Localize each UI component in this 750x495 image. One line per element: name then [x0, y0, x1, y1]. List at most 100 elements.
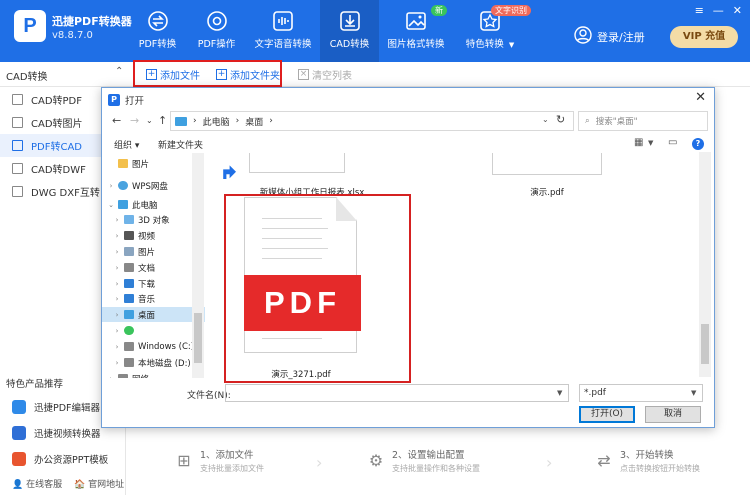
network-icon — [118, 374, 128, 378]
login-label: 登录/注册 — [597, 30, 645, 44]
chevron-down-icon[interactable]: ⌄ — [106, 201, 116, 209]
search-input[interactable]: ⌕ 搜索"桌面" — [578, 111, 708, 131]
tree-item-network[interactable]: › 网络 — [102, 371, 205, 378]
tab-pdf-convert[interactable]: PDF转换 — [128, 0, 187, 62]
open-button[interactable]: 打开(O) — [579, 406, 635, 423]
filetype-select[interactable]: *.pdf — [579, 384, 703, 402]
gear-icon: ⚙ — [368, 450, 384, 470]
cloud-icon — [118, 181, 128, 190]
tree-item-green-drive[interactable]: › — [102, 323, 205, 338]
tab-text-voice[interactable]: 文字语音转换 — [246, 0, 320, 62]
chevron-down-icon[interactable]: ▼ — [691, 389, 696, 397]
chevron-down-icon[interactable]: ▼ — [557, 389, 562, 397]
forward-arrow-icon[interactable]: → — [130, 114, 139, 127]
chevron-right-icon[interactable]: › — [112, 216, 122, 224]
chevron-right-icon[interactable]: › — [112, 327, 122, 335]
online-service-link[interactable]: 👤 在线客服 — [12, 477, 62, 490]
tree-item-videos[interactable]: › 视频 — [102, 228, 205, 243]
cancel-button[interactable]: 取消 — [645, 406, 701, 423]
minimize-icon[interactable]: — — [713, 4, 724, 17]
clear-list-button[interactable]: × 清空列表 — [298, 67, 352, 82]
video-converter-icon — [12, 426, 26, 440]
chevron-right-icon[interactable]: › — [112, 232, 122, 240]
tab-image-convert[interactable]: 图片格式转换 新 — [379, 0, 453, 62]
computer-icon — [118, 200, 128, 209]
add-file-button[interactable]: + 添加文件 — [146, 67, 200, 82]
tree-item-3d-objects[interactable]: › 3D 对象 — [102, 212, 205, 227]
chevron-right-icon[interactable]: › — [112, 280, 122, 288]
dialog-title: 打开 — [125, 96, 145, 107]
file-name-demo-pdf[interactable]: 演示.pdf — [502, 186, 592, 198]
tree-item-wps-drive[interactable]: › WPS网盘 — [102, 178, 205, 193]
main-nav: PDF转换 PDF操作 文字语音转换 CAD转换 图片格式转换 新 特色转换 ▼… — [128, 0, 531, 62]
refresh-icon[interactable]: ↻ — [556, 113, 565, 126]
chevron-right-icon[interactable]: › — [112, 311, 122, 319]
tree-item-pictures-quick[interactable]: 图片 — [102, 156, 205, 171]
official-site-link[interactable]: 🏠 官网地址 — [74, 477, 124, 490]
tree-item-local-d[interactable]: › 本地磁盘 (D:) — [102, 355, 205, 370]
chevron-down-icon[interactable]: ▼ — [648, 139, 653, 147]
help-icon[interactable]: ? — [692, 138, 704, 150]
tree-item-music[interactable]: › 音乐 — [102, 291, 205, 306]
close-icon[interactable]: ✕ — [695, 90, 706, 105]
tab-cad-convert[interactable]: CAD转换 — [320, 0, 379, 62]
chevron-right-icon[interactable]: › — [106, 182, 116, 190]
chevron-down-icon[interactable]: ⌄ — [542, 115, 549, 124]
step-output-config: ⚙ 2、设置输出配置 支持批量操作和各种设置 — [366, 447, 480, 474]
tree-item-windows-c[interactable]: › Windows (C:) — [102, 339, 205, 354]
view-options-icon[interactable]: ▦ — [634, 137, 643, 148]
file-list-scrollbar[interactable] — [699, 152, 711, 377]
tree-item-desktop[interactable]: › 桌面 — [102, 307, 205, 322]
xlsx-thumbnail[interactable] — [249, 153, 345, 173]
app-header: P 迅捷PDF转换器 v8.8.7.0 PDF转换 PDF操作 文字语音转换 C… — [0, 0, 750, 62]
back-arrow-icon[interactable]: ← — [112, 114, 121, 127]
tree-item-documents[interactable]: › 文档 — [102, 260, 205, 275]
chevron-right-icon[interactable]: › — [106, 375, 116, 379]
scroll-thumb[interactable] — [701, 324, 709, 364]
pdf-thumbnail[interactable] — [492, 153, 602, 175]
featured-ppt-templates[interactable]: 办公资源PPT模板 — [12, 452, 108, 466]
search-icon: ⌕ — [585, 116, 590, 126]
address-row: ← → ⌄ ↑ › 此电脑 › 桌面 › ⌄ ↻ ⌕ 搜索"桌面" — [102, 110, 714, 132]
app-name: 迅捷PDF转换器 — [52, 15, 132, 28]
chevron-right-icon[interactable]: › — [112, 248, 122, 256]
up-arrow-icon[interactable]: ↑ — [158, 114, 167, 127]
tab-pdf-operate[interactable]: PDF操作 — [187, 0, 246, 62]
sidebar-item-label: CAD转图片 — [31, 119, 83, 130]
tree-scrollbar[interactable] — [192, 153, 204, 378]
file-name-demo-3271[interactable]: 演示_3271.pdf — [246, 368, 356, 380]
folder-icon — [118, 159, 128, 168]
tree-item-pictures[interactable]: › 图片 — [102, 244, 205, 259]
vip-recharge-button[interactable]: VIP 充值 — [670, 26, 738, 48]
chevron-right-icon[interactable]: › — [112, 343, 122, 351]
tab-label: 图片格式转换 — [387, 39, 445, 50]
chevron-down-icon[interactable]: ⌄ — [146, 116, 153, 125]
breadcrumb-this-pc[interactable]: 此电脑 — [203, 115, 230, 128]
organize-menu[interactable]: 组织 ▾ — [114, 138, 139, 151]
close-icon[interactable]: ✕ — [733, 4, 742, 17]
menu-icon[interactable]: ≡ — [695, 4, 704, 17]
ppt-template-icon — [12, 452, 26, 466]
scroll-thumb[interactable] — [194, 313, 202, 363]
chevron-right-icon[interactable]: › — [112, 359, 122, 367]
computer-icon — [175, 116, 187, 126]
tree-item-downloads[interactable]: › 下载 — [102, 276, 205, 291]
filename-input[interactable] — [225, 384, 569, 402]
login-button[interactable]: 登录/注册 — [574, 26, 645, 47]
add-folder-button[interactable]: + 添加文件夹 — [216, 67, 280, 82]
breadcrumb-desktop[interactable]: 桌面 — [245, 115, 263, 128]
picture-icon — [124, 247, 134, 256]
new-folder-button[interactable]: 新建文件夹 — [158, 138, 203, 151]
featured-pdf-editor[interactable]: 迅捷PDF编辑器 — [12, 400, 100, 414]
new-badge: 新 — [431, 5, 447, 16]
chevron-up-icon[interactable]: ⌃ — [115, 66, 123, 77]
chevron-right-icon[interactable]: › — [112, 295, 122, 303]
sidebar-item-label: PDF转CAD — [31, 142, 83, 153]
app-logo-icon: P — [108, 94, 120, 106]
chevron-right-icon[interactable]: › — [112, 264, 122, 272]
address-bar[interactable]: › 此电脑 › 桌面 › — [170, 111, 574, 131]
preview-pane-icon[interactable]: ▭ — [668, 137, 677, 148]
tree-item-this-pc[interactable]: ⌄ 此电脑 — [102, 197, 205, 212]
tab-special-convert[interactable]: 特色转换 ▼ 文字识别 — [453, 0, 531, 62]
featured-video-converter[interactable]: 迅捷视频转换器 — [12, 426, 101, 440]
